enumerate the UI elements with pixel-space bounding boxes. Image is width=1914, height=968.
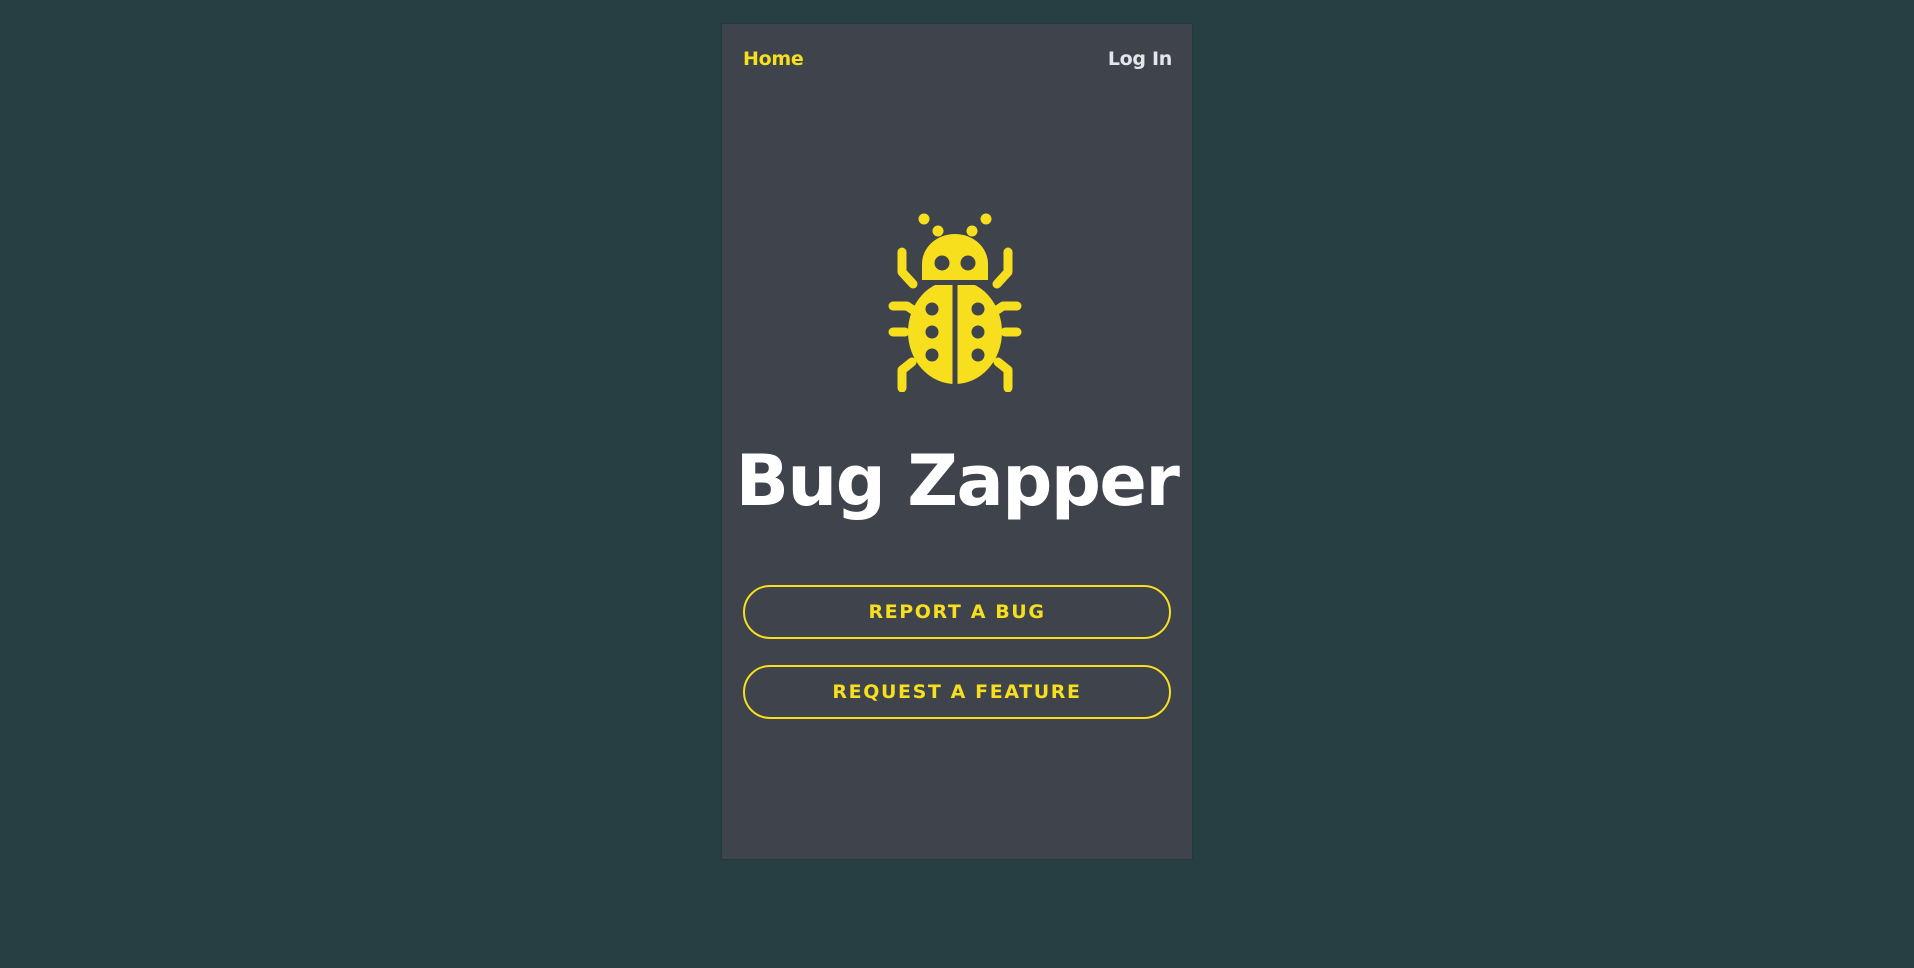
page-title: Bug Zapper	[735, 440, 1180, 522]
nav-home-link[interactable]: Home	[743, 48, 804, 70]
bug-icon	[888, 213, 1022, 392]
request-feature-button[interactable]: REQUEST A FEATURE	[743, 665, 1171, 719]
nav-login-link[interactable]: Log In	[1108, 48, 1172, 70]
app-card: Home Log In Bug Zapper REPORT A BUG REQU…	[722, 24, 1192, 859]
report-bug-button[interactable]: REPORT A BUG	[743, 585, 1171, 639]
